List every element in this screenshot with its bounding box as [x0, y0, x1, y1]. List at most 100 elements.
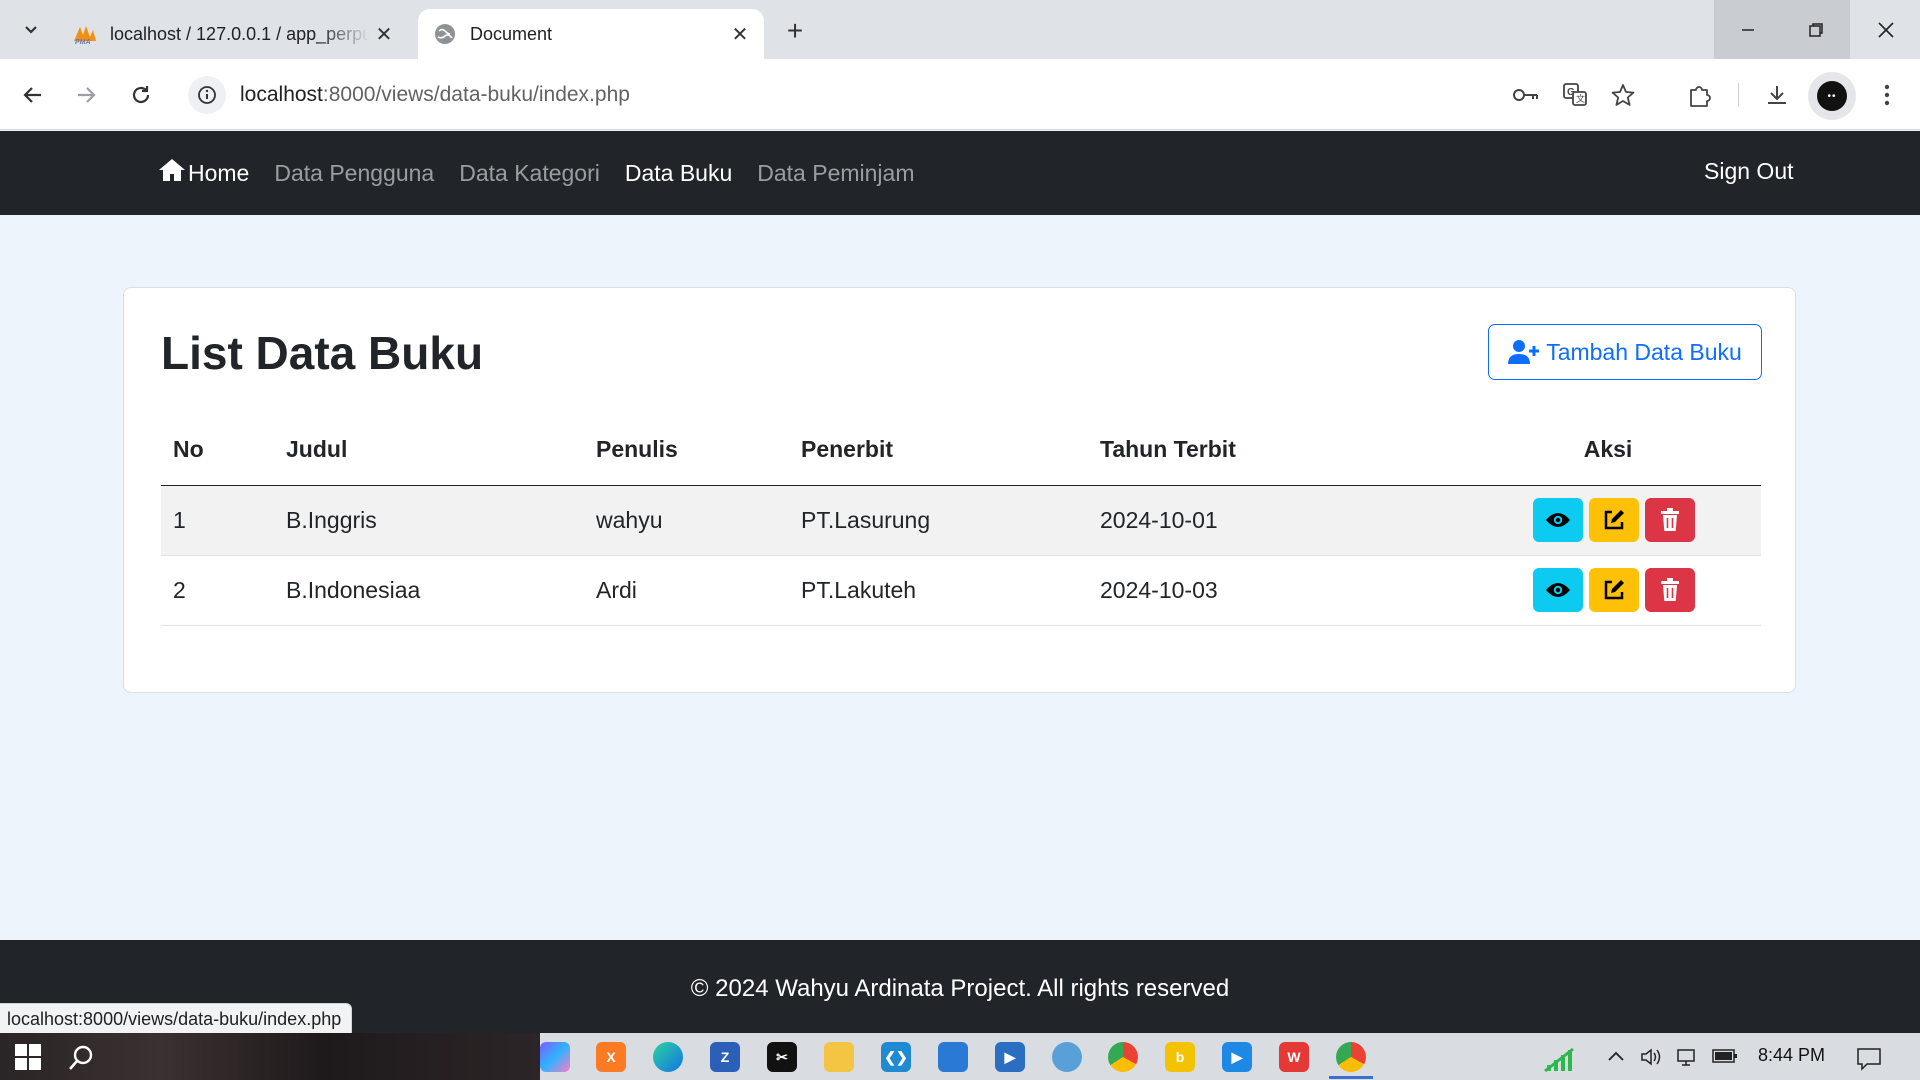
volume-icon[interactable]: [1640, 1047, 1662, 1072]
url-text: localhost:8000/views/data-buku/index.php: [240, 83, 630, 107]
nav-item-data-buku[interactable]: Data Buku: [625, 160, 732, 187]
sign-out-link[interactable]: Sign Out: [1704, 158, 1794, 185]
tab-title: Document: [470, 23, 553, 44]
filezilla-icon[interactable]: Z: [710, 1042, 740, 1072]
navbar-links: Home Data Pengguna Data Kategori Data Bu…: [158, 131, 940, 215]
more-menu-icon[interactable]: [1868, 76, 1906, 114]
capcut-icon[interactable]: ✂: [767, 1042, 797, 1072]
nav-item-home[interactable]: Home: [158, 158, 249, 188]
globe-icon: [432, 21, 458, 47]
cell-aksi: [1455, 485, 1761, 556]
add-book-button[interactable]: Tambah Data Buku: [1488, 324, 1762, 380]
edge-icon[interactable]: [653, 1042, 683, 1072]
translate-icon[interactable]: G文: [1556, 76, 1594, 114]
window-minimize-icon[interactable]: [1714, 0, 1782, 59]
book-table: No Judul Penulis Penerbit Tahun Terbit A…: [161, 415, 1761, 626]
back-arrow-icon[interactable]: [14, 76, 52, 114]
nav-item-data-kategori[interactable]: Data Kategori: [459, 160, 600, 187]
bookmark-star-icon[interactable]: [1604, 76, 1642, 114]
svg-text:文: 文: [1576, 93, 1585, 104]
cell-tahun-terbit: 2024-10-01: [1088, 485, 1455, 556]
table-header-row: No Judul Penulis Penerbit Tahun Terbit A…: [161, 415, 1761, 486]
extensions-puzzle-icon[interactable]: [1681, 76, 1719, 114]
nav-item-data-pengguna[interactable]: Data Pengguna: [274, 160, 434, 187]
windows-start-icon[interactable]: [14, 1043, 42, 1071]
window-restore-icon[interactable]: [1782, 0, 1850, 59]
photo-app-icon[interactable]: [938, 1042, 968, 1072]
chrome-icon[interactable]: [1108, 1042, 1138, 1072]
chrome-active-icon[interactable]: [1336, 1042, 1366, 1072]
copilot-icon[interactable]: [540, 1042, 570, 1072]
site-info-icon[interactable]: [188, 76, 226, 114]
view-button[interactable]: [1533, 568, 1583, 612]
network-icon[interactable]: [1676, 1047, 1700, 1072]
book-list-card: List Data Buku Tambah Data Buku No Judul…: [123, 287, 1796, 693]
page-title: List Data Buku: [161, 327, 484, 379]
taskbar-clock[interactable]: 8:44 PM: [1758, 1045, 1825, 1066]
svg-text:PMA: PMA: [75, 39, 91, 45]
battery-icon[interactable]: [1712, 1047, 1738, 1070]
active-app-indicator: [1329, 1076, 1373, 1079]
site-navbar: Home Data Pengguna Data Kategori Data Bu…: [0, 131, 1920, 215]
toolbar-separator: [1738, 83, 1739, 107]
cell-judul: B.Indonesiaa: [274, 555, 584, 626]
notification-center-icon[interactable]: [1856, 1047, 1882, 1076]
phpmyadmin-icon: PMA: [72, 21, 98, 47]
action-buttons: [1467, 568, 1761, 612]
play-store-icon[interactable]: ▶: [1222, 1042, 1252, 1072]
bandicam-icon[interactable]: b: [1165, 1042, 1195, 1072]
profile-avatar[interactable]: ••: [1808, 72, 1856, 120]
column-header-penerbit: Penerbit: [789, 415, 1088, 486]
address-bar[interactable]: localhost:8000/views/data-buku/index.php: [184, 72, 1494, 118]
file-explorer-icon[interactable]: [824, 1042, 854, 1072]
network-app-icon[interactable]: [1052, 1042, 1082, 1072]
media-app-icon[interactable]: ▶: [995, 1042, 1025, 1072]
cell-tahun-terbit: 2024-10-03: [1088, 555, 1455, 626]
cell-no: 1: [161, 485, 274, 556]
edit-button[interactable]: [1589, 568, 1639, 612]
trash-icon: [1661, 508, 1679, 531]
tab-title: localhost / 127.0.0.1 / app_perpustakaan: [110, 23, 370, 44]
footer-copyright: © 2024 Wahyu Ardinata Project. All right…: [690, 975, 1230, 1002]
nav-item-label: Home: [188, 159, 250, 186]
close-tab-icon[interactable]: ✕: [726, 20, 754, 48]
nav-item-data-peminjam[interactable]: Data Peminjam: [757, 160, 914, 187]
edit-icon: [1604, 580, 1624, 600]
eye-icon: [1546, 513, 1570, 527]
delete-button[interactable]: [1645, 568, 1695, 612]
signal-bars-icon[interactable]: [1543, 1047, 1577, 1078]
vscode-icon[interactable]: ❮❯: [881, 1042, 911, 1072]
cell-aksi: [1455, 555, 1761, 626]
cell-penerbit: PT.Lakuteh: [789, 555, 1088, 626]
edit-button[interactable]: [1589, 498, 1639, 542]
browser-toolbar: localhost:8000/views/data-buku/index.php…: [0, 59, 1920, 130]
tray-expand-chevron-icon[interactable]: [1606, 1047, 1626, 1072]
password-key-icon[interactable]: [1507, 76, 1545, 114]
cell-penulis: Ardi: [584, 555, 789, 626]
incognito-face-icon: ••: [1817, 81, 1847, 111]
xampp-icon[interactable]: X: [596, 1042, 626, 1072]
window-close-icon[interactable]: [1852, 0, 1920, 59]
browser-tab-document[interactable]: Document ✕: [418, 9, 764, 59]
status-bar-url: localhost:8000/views/data-buku/index.php: [0, 1003, 353, 1035]
search-icon[interactable]: [66, 1043, 96, 1073]
wps-office-icon[interactable]: W: [1279, 1042, 1309, 1072]
tab-search-chevron-icon[interactable]: [14, 12, 48, 46]
eye-icon: [1546, 583, 1570, 597]
new-tab-plus-icon[interactable]: +: [778, 14, 812, 48]
reload-icon[interactable]: [122, 76, 160, 114]
cell-penulis: wahyu: [584, 485, 789, 556]
trash-icon: [1661, 578, 1679, 601]
browser-tab-phpmyadmin[interactable]: PMA localhost / 127.0.0.1 / app_perpusta…: [58, 9, 408, 59]
column-header-judul: Judul: [274, 415, 584, 486]
delete-button[interactable]: [1645, 498, 1695, 542]
forward-arrow-icon[interactable]: [67, 76, 105, 114]
close-tab-icon[interactable]: ✕: [370, 20, 398, 48]
browser-tabstrip: PMA localhost / 127.0.0.1 / app_perpusta…: [0, 0, 1920, 59]
view-button[interactable]: [1533, 498, 1583, 542]
table-row: 2 B.Indonesiaa Ardi PT.Lakuteh 2024-10-0…: [161, 555, 1761, 626]
house-icon: [158, 158, 186, 188]
column-header-aksi: Aksi: [1455, 415, 1761, 486]
column-header-tahun-terbit: Tahun Terbit: [1088, 415, 1455, 486]
download-icon[interactable]: [1758, 76, 1796, 114]
